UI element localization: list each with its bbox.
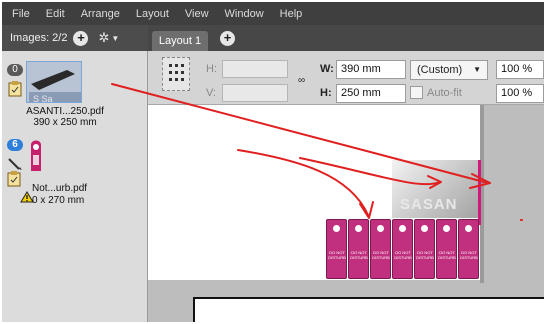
menu-edit[interactable]: Edit [46,8,65,20]
image-thumbnail-asanti[interactable]: S Sa [26,61,82,103]
autofit-label: Auto-fit [427,87,462,99]
add-layout-button[interactable]: + [220,31,235,46]
menu-window[interactable]: Window [225,8,264,20]
image-count-badge: 6 [7,139,23,151]
gear-icon[interactable]: ✲ [98,30,109,46]
image-count-badge: 0 [7,64,23,76]
h-position-label: H: [206,63,217,75]
chevron-down-icon[interactable]: ▼ [111,34,119,43]
tab-bar: Layout 1 + [148,25,544,51]
hanger-text: DO NOT DISTURB [350,250,368,260]
door-hanger[interactable]: DO NOT DISTURB [436,219,457,279]
selection-edge [478,160,481,225]
properties-toolbar: H: V: ∞ W: 390 mm H: 250 mm (Custom) ▼ A… [148,51,544,105]
images-bar: Images: 2/2 + ✲ ▼ [2,25,148,51]
hanger-hole [377,225,384,232]
hanger-hole [443,225,450,232]
door-hanger[interactable]: DO NOT DISTURB [414,219,435,279]
menu-layout[interactable]: Layout [136,8,169,20]
hanger-hole [399,225,406,232]
hanger-hole [465,225,472,232]
hanger-text: DO NOT DISTURB [372,250,390,260]
layout-canvas[interactable]: SASAN DO NOT DISTURB DO NOT DISTURB DO N… [148,105,544,322]
width-field[interactable]: 390 mm [336,60,406,79]
width-label: W: [320,63,334,75]
layout-page-2 [193,297,544,322]
hanger-hole [355,225,362,232]
door-hanger[interactable]: DO NOT DISTURB [348,219,369,279]
door-hanger-group[interactable]: DO NOT DISTURB DO NOT DISTURB DO NOT DIS… [326,219,484,279]
autofit-checkbox[interactable] [410,86,423,99]
menu-arrange[interactable]: Arrange [81,8,120,20]
door-hanger[interactable]: DO NOT DISTURB [392,219,413,279]
pen-photo-image[interactable]: SASAN [392,160,478,218]
size-preset-select[interactable]: (Custom) ▼ [410,60,488,80]
door-hanger[interactable]: DO NOT DISTURB [458,219,479,279]
menu-file[interactable]: File [12,8,30,20]
pen-icon [8,158,22,170]
h-position-field[interactable] [222,60,288,78]
hanger-hole [421,225,428,232]
add-image-button[interactable]: + [73,30,89,46]
size-preset-value: (Custom) [417,64,463,76]
grid-icon [169,64,184,81]
v-position-field[interactable] [222,84,288,102]
images-count-label: Images: 2/2 [10,32,68,44]
door-hanger-thumbnail[interactable] [28,137,44,173]
image-name: Not...urb.pdf [32,183,88,194]
door-hanger[interactable]: DO NOT DISTURB [326,219,347,279]
height-label: H: [320,87,332,99]
hanger-text: DO NOT DISTURB [438,250,456,260]
image-size: 390 x 250 mm [33,117,97,128]
chevron-down-icon: ▼ [473,65,481,74]
scale-x-field[interactable]: 100 % [496,60,544,79]
hanger-text: DO NOT DISTURB [460,250,478,260]
hanger-text: DO NOT DISTURB [394,250,412,260]
menubar: File Edit Arrange Layout View Window Hel… [2,2,544,25]
link-icon[interactable]: ∞ [298,75,305,86]
height-field[interactable]: 250 mm [336,84,406,103]
v-position-label: V: [206,87,216,99]
photo-caption: SASAN [400,196,458,213]
menu-view[interactable]: View [185,8,209,20]
tab-layout-1[interactable]: Layout 1 [152,31,208,51]
images-panel: 0 S Sa ASANTI...250.pdf 390 x 250 mm 6 N… [2,51,148,322]
svg-text:S Sa: S Sa [33,94,53,103]
pen-photo-icon: S Sa [27,62,81,103]
app-window: File Edit Arrange Layout View Window Hel… [2,2,544,322]
image-size: 0 x 270 mm [32,195,85,206]
hanger-hole [333,225,340,232]
menu-help[interactable]: Help [280,8,303,20]
clipboard-icon [8,81,22,97]
reference-point-selector[interactable] [162,57,190,91]
image-name: ASANTI...250.pdf [26,106,104,117]
hanger-text: DO NOT DISTURB [328,250,346,260]
scale-y-field[interactable]: 100 % [496,84,544,103]
hanger-text: DO NOT DISTURB [416,250,434,260]
clipboard-icon [7,171,21,187]
door-hanger[interactable]: DO NOT DISTURB [370,219,391,279]
marker-dot [520,219,523,221]
